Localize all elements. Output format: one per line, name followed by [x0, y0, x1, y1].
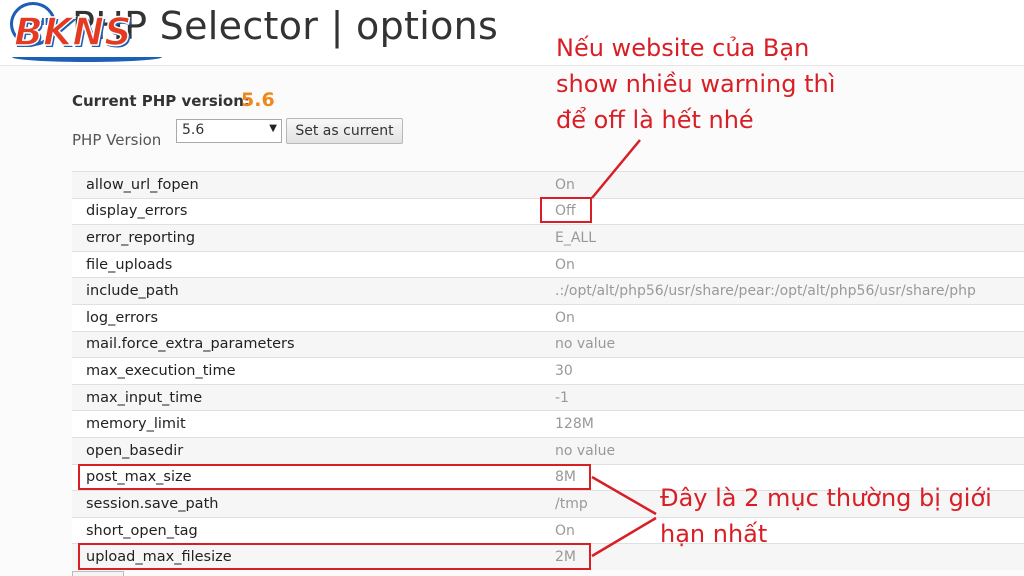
arrow-to-display-errors — [591, 139, 641, 199]
arrow-to-upload-max-filesize — [591, 516, 657, 558]
arrow-to-post-max-size — [591, 475, 657, 516]
note-line: Đây là 2 mục thường bị giới — [660, 484, 992, 512]
note-line: để off là hết nhé — [556, 106, 754, 134]
note-line: hạn nhất — [660, 520, 768, 548]
note-line: show nhiều warning thì — [556, 70, 836, 98]
annotation-note-limits: Đây là 2 mục thường bị giới hạn nhất — [660, 480, 992, 552]
note-line: Nếu website của Bạn — [556, 34, 810, 62]
annotation-note-display-errors: Nếu website của Bạn show nhiều warning t… — [556, 30, 835, 138]
